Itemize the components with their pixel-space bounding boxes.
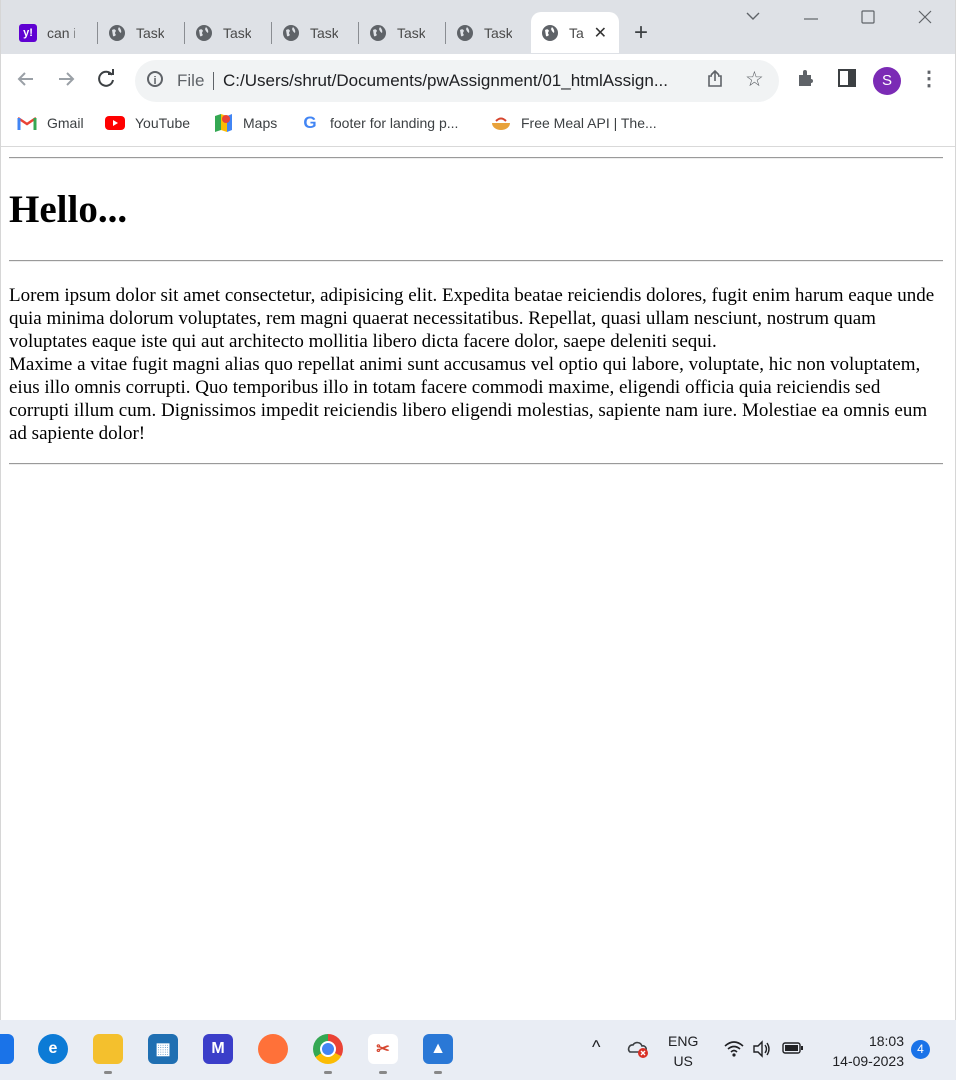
running-indicator — [324, 1071, 332, 1074]
file-explorer-icon[interactable] — [93, 1034, 123, 1064]
bookmark-label: Free Meal API | The... — [521, 115, 657, 131]
tab-task[interactable]: Task 3 — [185, 12, 271, 53]
reload-icon[interactable] — [95, 68, 117, 96]
youtube-icon — [105, 115, 125, 131]
maximize-icon[interactable] — [860, 8, 876, 29]
tab-title: Task 1 — [310, 24, 338, 41]
tab-title: Task 1 — [397, 24, 425, 41]
edge-icon[interactable]: e — [38, 1034, 68, 1064]
volume-icon[interactable] — [752, 1040, 772, 1061]
address-bar[interactable]: i File C:/Users/shrut/Documents/pwAssign… — [135, 60, 779, 102]
info-icon[interactable]: i — [147, 71, 163, 87]
widget-icon[interactable] — [0, 1034, 14, 1064]
globe-icon — [282, 24, 300, 42]
page-heading: Hello... — [9, 188, 128, 231]
bookmark-maps[interactable]: Maps — [213, 114, 278, 132]
paragraph: Lorem ipsum dolor sit amet consectetur, … — [9, 284, 945, 445]
share-icon[interactable] — [705, 69, 725, 94]
running-indicator — [104, 1071, 112, 1074]
tab-yahoo[interactable]: y! can i — [9, 12, 97, 53]
forward-icon[interactable] — [55, 68, 77, 96]
tab-strip: y! can i Task 2 Task 3 Task 1 Task 1 Tas… — [1, 0, 955, 54]
maps-icon — [213, 114, 233, 132]
firefox-icon[interactable] — [258, 1034, 288, 1064]
photos-icon[interactable]: ▲ — [423, 1034, 453, 1064]
back-icon[interactable] — [15, 68, 37, 96]
onedrive-error-icon[interactable] — [627, 1040, 649, 1061]
battery-icon[interactable] — [782, 1040, 804, 1059]
clock[interactable]: 18:03 14-09-2023 — [822, 1031, 904, 1071]
star-icon[interactable]: ☆ — [745, 67, 764, 92]
language-indicator[interactable]: ENG US — [668, 1031, 698, 1071]
paragraph-line-2: Maxime a vitae fugit magni alias quo rep… — [9, 354, 928, 444]
tab-active[interactable]: Ta ✕ — [531, 12, 619, 53]
url-text[interactable]: C:/Users/shrut/Documents/pwAssignment/01… — [223, 71, 668, 91]
lang-line1: ENG — [668, 1033, 699, 1049]
bookmark-google[interactable]: G footer for landing p... — [300, 113, 459, 132]
chevron-up-icon[interactable]: ^ — [592, 1037, 600, 1058]
tab-task[interactable]: Task 2 — [446, 12, 530, 53]
clock-time: 18:03 — [868, 1033, 904, 1049]
tab-title: Task 3 — [223, 24, 251, 41]
menu-icon[interactable]: ⋮ — [919, 66, 939, 91]
horizontal-rule — [9, 260, 943, 262]
horizontal-rule — [9, 157, 943, 159]
bookmark-gmail[interactable]: Gmail — [17, 115, 84, 131]
tab-title: Task 2 — [136, 24, 164, 41]
side-panel-icon[interactable] — [837, 68, 857, 94]
notification-badge[interactable]: 4 — [911, 1040, 930, 1059]
close-window-icon[interactable] — [917, 8, 933, 29]
clock-date: 14-09-2023 — [832, 1053, 904, 1069]
globe-icon — [541, 24, 559, 42]
yahoo-icon: y! — [19, 23, 37, 42]
gmail-icon — [17, 115, 37, 131]
bookmarks-bar: Gmail YouTube Maps G footer for landing … — [1, 107, 955, 147]
bookmark-label: Maps — [243, 115, 278, 131]
globe-icon — [108, 24, 126, 42]
paragraph-line-1: Lorem ipsum dolor sit amet consectetur, … — [9, 285, 935, 352]
taskbar: e ▦ M ✂ ▲ ^ ENG US 18:03 14-09-2023 4 — [0, 1020, 956, 1080]
bookmark-label: footer for landing p... — [330, 115, 459, 131]
avatar[interactable]: S — [873, 67, 901, 95]
toolbar: i File C:/Users/shrut/Documents/pwAssign… — [1, 54, 955, 107]
minimize-icon[interactable] — [803, 8, 819, 29]
google-icon: G — [303, 113, 317, 132]
tab-title: can i — [47, 24, 75, 41]
horizontal-rule — [9, 463, 943, 465]
extensions-icon[interactable] — [796, 68, 816, 94]
snipping-tool-icon[interactable]: ✂ — [368, 1034, 398, 1064]
globe-icon — [369, 24, 387, 42]
tab-title: Task 2 — [484, 24, 512, 41]
running-indicator — [434, 1071, 442, 1074]
browser-window: y! can i Task 2 Task 3 Task 1 Task 1 Tas… — [0, 0, 956, 1021]
new-tab-button[interactable]: + — [634, 21, 648, 45]
bookmark-label: Gmail — [47, 115, 84, 131]
bookmark-youtube[interactable]: YouTube — [105, 115, 190, 131]
vscode-like-icon[interactable]: M — [203, 1034, 233, 1064]
divider — [213, 72, 214, 90]
bookmark-label: YouTube — [135, 115, 191, 131]
tab-task[interactable]: Task 1 — [272, 12, 358, 53]
wifi-icon[interactable] — [724, 1040, 744, 1061]
bookmark-meal-api[interactable]: Free Meal API | The... — [491, 115, 657, 131]
chrome-icon[interactable] — [313, 1034, 343, 1064]
tab-title: Ta — [569, 24, 584, 41]
close-tab-icon[interactable]: ✕ — [594, 23, 607, 43]
tab-task[interactable]: Task 2 — [98, 12, 184, 53]
globe-icon — [195, 24, 213, 42]
store-icon[interactable]: ▦ — [148, 1034, 178, 1064]
file-label: File — [177, 71, 205, 90]
meal-bowl-icon — [491, 115, 511, 131]
lang-line2: US — [673, 1053, 693, 1069]
running-indicator — [379, 1071, 387, 1074]
tab-task[interactable]: Task 1 — [359, 12, 445, 53]
tab-search-icon[interactable] — [745, 8, 761, 29]
page-content: Hello... Lorem ipsum dolor sit amet cons… — [1, 147, 955, 1020]
globe-icon — [456, 24, 474, 42]
